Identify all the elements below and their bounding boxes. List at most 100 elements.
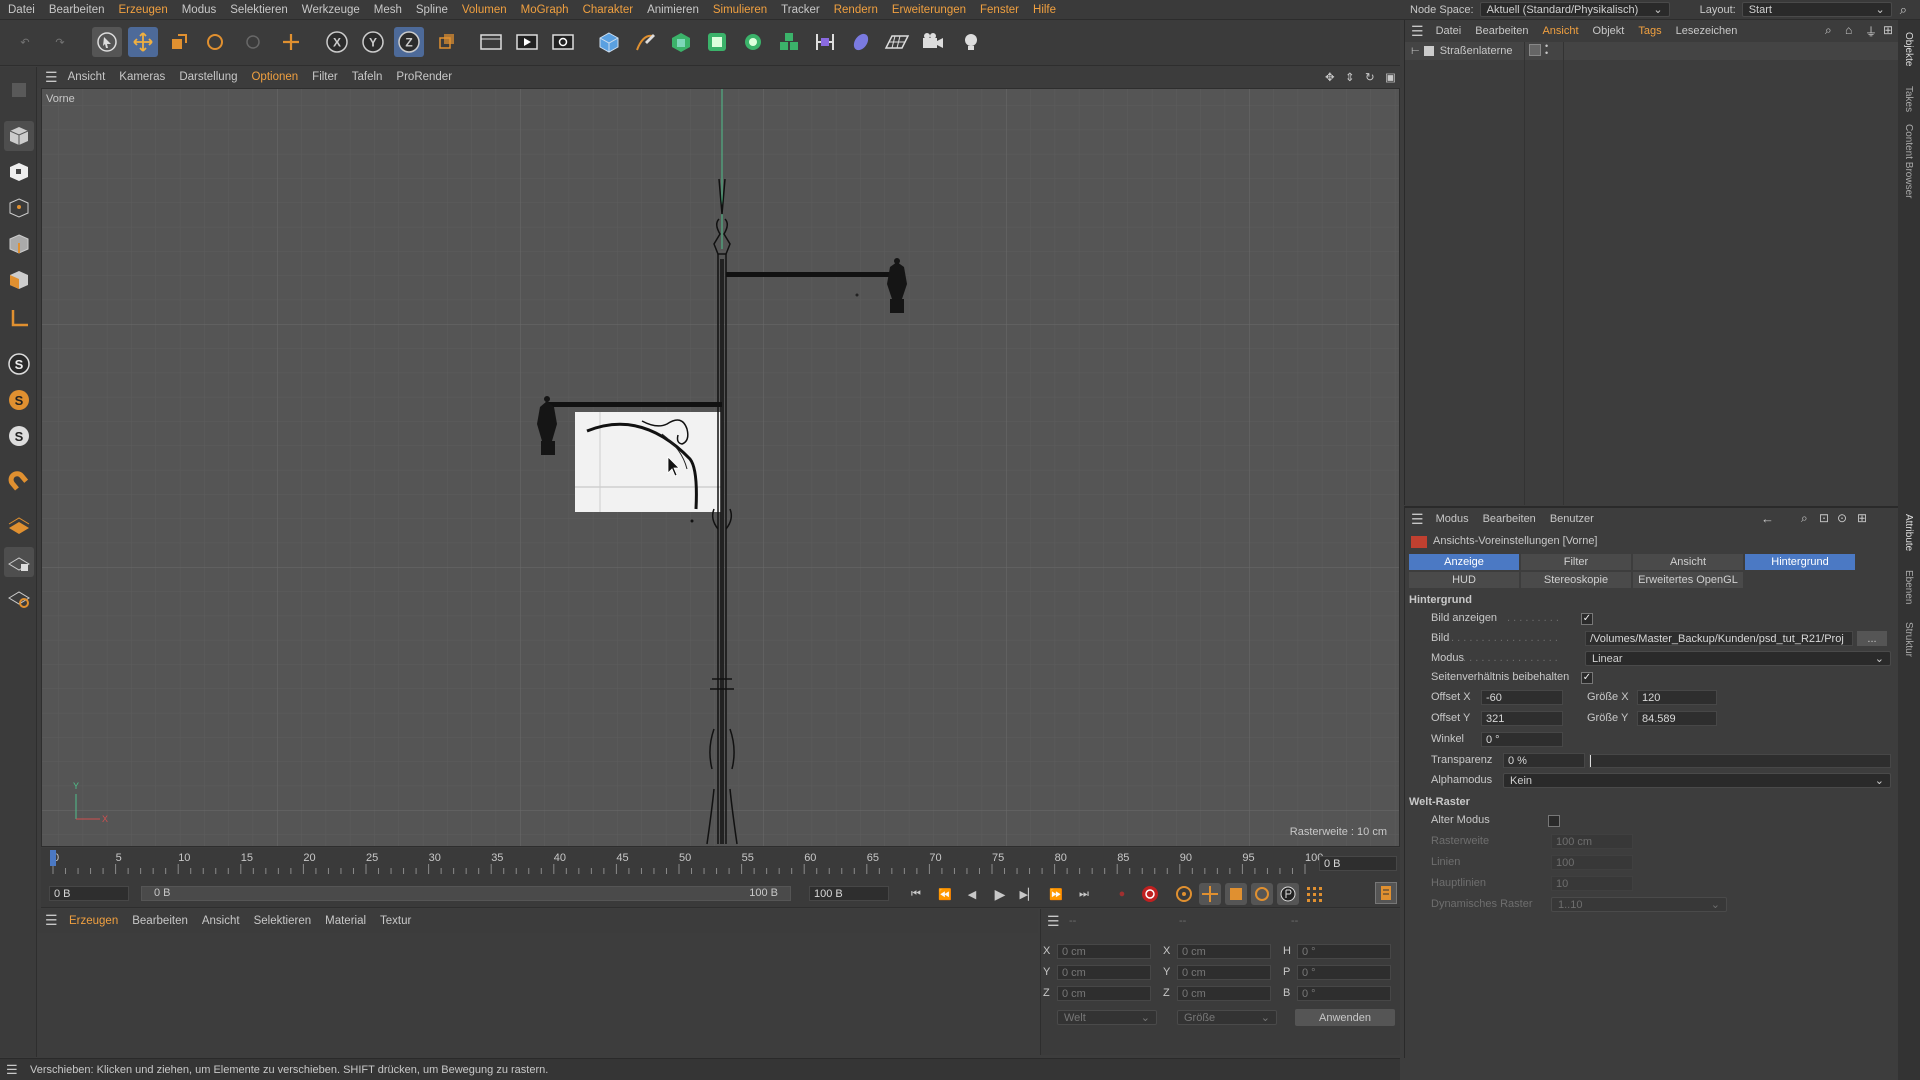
- vp-menu-ansicht[interactable]: Ansicht: [68, 71, 106, 83]
- menu-spline[interactable]: Spline: [416, 4, 448, 16]
- vp-menu-tafeln[interactable]: Tafeln: [352, 71, 383, 83]
- menu-fenster[interactable]: Fenster: [980, 4, 1019, 16]
- timeline-window-icon[interactable]: [1375, 882, 1397, 904]
- object-name[interactable]: Straßenlaterne: [1440, 45, 1513, 57]
- hamburger-icon[interactable]: ☰: [45, 69, 58, 86]
- key-rotation-icon[interactable]: [1251, 883, 1273, 905]
- snap-icon[interactable]: S: [4, 349, 34, 379]
- vp-menu-prorender[interactable]: ProRender: [396, 71, 452, 83]
- move-tool-icon[interactable]: [128, 27, 158, 57]
- hamburger-icon[interactable]: ☰: [45, 912, 58, 929]
- obj-menu-datei[interactable]: Datei: [1436, 25, 1462, 37]
- next-frame-icon[interactable]: ▶▏: [1017, 883, 1039, 905]
- side-tab-takes[interactable]: Takes: [1903, 86, 1914, 112]
- menu-rendern[interactable]: Rendern: [834, 4, 878, 16]
- coord-mode-dropdown[interactable]: Welt ⌄: [1057, 1010, 1157, 1025]
- new-window-icon[interactable]: ⊞: [1883, 23, 1893, 37]
- key-parameter-icon[interactable]: [1277, 883, 1299, 905]
- vp-menu-kameras[interactable]: Kameras: [119, 71, 165, 83]
- workplane-align-icon[interactable]: [4, 583, 34, 613]
- key-scale-icon[interactable]: [1225, 883, 1247, 905]
- menu-hilfe[interactable]: Hilfe: [1033, 4, 1056, 16]
- key-position-icon[interactable]: [1199, 883, 1221, 905]
- next-key-icon[interactable]: ⏩: [1045, 883, 1067, 905]
- coord-pos-z[interactable]: 0 cm: [1057, 986, 1151, 1001]
- menu-tracker[interactable]: Tracker: [781, 4, 820, 16]
- undo-icon[interactable]: ↶: [10, 27, 40, 57]
- add-object-icon[interactable]: [276, 27, 306, 57]
- camera-icon[interactable]: [918, 27, 948, 57]
- tab-erweitertes-opengl[interactable]: Erweitertes OpenGL: [1633, 572, 1743, 588]
- floor-icon[interactable]: [882, 27, 912, 57]
- cube-primitive-icon[interactable]: [594, 27, 624, 57]
- hamburger-icon[interactable]: ☰: [6, 1062, 18, 1078]
- extrude-generator-icon[interactable]: [702, 27, 732, 57]
- edges-mode-icon[interactable]: [4, 229, 34, 259]
- start-frame-field[interactable]: 0 B: [49, 886, 129, 901]
- search-icon[interactable]: ⌕: [1801, 511, 1808, 526]
- timeline-playhead[interactable]: [50, 850, 56, 866]
- axis-mode-icon[interactable]: [4, 303, 34, 333]
- workplane-lock-icon[interactable]: [4, 547, 34, 577]
- menu-simulieren[interactable]: Simulieren: [713, 4, 767, 16]
- axis-z-lock-icon[interactable]: Z: [394, 27, 424, 57]
- render-view-icon[interactable]: [476, 27, 506, 57]
- render-settings-icon[interactable]: [548, 27, 578, 57]
- mat-menu-erzeugen[interactable]: Erzeugen: [69, 915, 118, 927]
- vp-menu-filter[interactable]: Filter: [312, 71, 338, 83]
- hamburger-icon[interactable]: ☰: [1411, 23, 1424, 40]
- make-editable-icon[interactable]: [4, 75, 34, 105]
- browse-button[interactable]: ...: [1857, 631, 1887, 646]
- obj-menu-tags[interactable]: Tags: [1638, 25, 1661, 37]
- groesse-x-field[interactable]: 120: [1637, 690, 1717, 705]
- search-icon[interactable]: ⌕: [1825, 23, 1832, 38]
- winkel-field[interactable]: 0 °: [1481, 732, 1563, 747]
- settings-icon[interactable]: ⊙: [1837, 511, 1847, 525]
- mat-menu-bearbeiten[interactable]: Bearbeiten: [132, 915, 188, 927]
- side-tab-ebenen[interactable]: Ebenen: [1903, 570, 1914, 604]
- deformer-icon[interactable]: [810, 27, 840, 57]
- side-tab-struktur[interactable]: Struktur: [1903, 622, 1914, 657]
- side-tab-objekte[interactable]: Objekte: [1903, 32, 1914, 66]
- menu-erweiterungen[interactable]: Erweiterungen: [892, 4, 966, 16]
- node-space-dropdown[interactable]: Aktuell (Standard/Physikalisch) ⌄: [1479, 2, 1670, 17]
- tab-filter[interactable]: Filter: [1521, 554, 1631, 570]
- coord-size-z[interactable]: 0 cm: [1177, 986, 1271, 1001]
- coord-rot-h[interactable]: 0 °: [1297, 944, 1391, 959]
- menu-selektieren[interactable]: Selektieren: [230, 4, 288, 16]
- end-frame-field[interactable]: 100 B: [809, 886, 889, 901]
- menu-charakter[interactable]: Charakter: [583, 4, 634, 16]
- filter-icon[interactable]: ⏚: [1865, 23, 1877, 40]
- transparenz-field[interactable]: 0 %: [1503, 753, 1585, 768]
- current-frame-field[interactable]: 0 B: [1319, 856, 1397, 871]
- offset-y-field[interactable]: 321: [1481, 711, 1563, 726]
- menu-datei[interactable]: Datei: [8, 4, 35, 16]
- obj-menu-bearbeiten[interactable]: Bearbeiten: [1475, 25, 1528, 37]
- workplane-snap-icon[interactable]: S: [4, 421, 34, 451]
- tab-ansicht[interactable]: Ansicht: [1633, 554, 1743, 570]
- tab-stereoskopie[interactable]: Stereoskopie: [1521, 572, 1631, 588]
- bild-anzeigen-checkbox[interactable]: ✓: [1581, 613, 1593, 625]
- keyframe-selection-icon[interactable]: [1173, 883, 1195, 905]
- menu-bearbeiten[interactable]: Bearbeiten: [49, 4, 105, 16]
- mat-menu-textur[interactable]: Textur: [380, 915, 411, 927]
- prev-frame-icon[interactable]: ◀: [961, 883, 983, 905]
- side-tab-attribute[interactable]: Attribute: [1903, 514, 1914, 551]
- rotate-view-icon[interactable]: ↻: [1365, 70, 1375, 84]
- obj-menu-objekt[interactable]: Objekt: [1593, 25, 1625, 37]
- obj-menu-ansicht[interactable]: Ansicht: [1542, 25, 1578, 37]
- visibility-icon[interactable]: [1529, 44, 1541, 56]
- menu-werkzeuge[interactable]: Werkzeuge: [302, 4, 360, 16]
- coord-rot-p[interactable]: 0 °: [1297, 965, 1391, 980]
- lock-icon[interactable]: ⊡: [1819, 511, 1829, 525]
- redo-icon[interactable]: ↷: [45, 27, 75, 57]
- vp-menu-optionen[interactable]: Optionen: [251, 71, 298, 83]
- coord-size-dropdown[interactable]: Größe ⌄: [1177, 1010, 1277, 1025]
- workplane-icon[interactable]: [4, 511, 34, 541]
- scale-tool-icon[interactable]: [164, 27, 194, 57]
- alphamodus-dropdown[interactable]: Kein ⌄: [1503, 773, 1891, 788]
- menu-mesh[interactable]: Mesh: [374, 4, 402, 16]
- texture-mode-icon[interactable]: [4, 157, 34, 187]
- side-tab-content-browser[interactable]: Content Browser: [1903, 124, 1914, 198]
- select-tool-icon[interactable]: [92, 27, 122, 57]
